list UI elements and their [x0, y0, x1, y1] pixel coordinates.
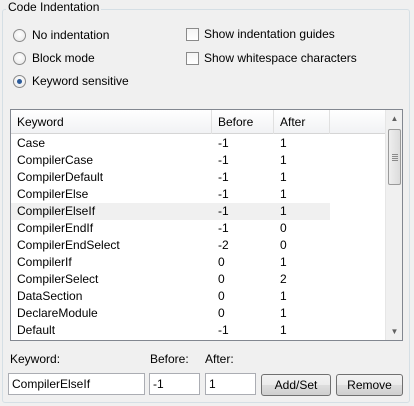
list-rows: Case -1 1 CompilerCase -1 1 CompilerDefault -1 1…	[11, 135, 385, 339]
radio-no-indentation[interactable]: No indentation	[13, 27, 109, 43]
checkbox-label: Show whitespace characters	[204, 51, 357, 65]
before-input[interactable]: -1	[149, 373, 200, 395]
cell-keyword: DeclareModule	[17, 306, 98, 320]
radio-indicator	[13, 28, 26, 42]
cell-after: 1	[280, 136, 287, 150]
vertical-scrollbar[interactable]: ▲ ▼	[385, 110, 402, 340]
checkbox-show-indentation-guides[interactable]: Show indentation guides	[186, 26, 335, 42]
grip-icon	[391, 153, 398, 161]
cell-after: 0	[280, 221, 287, 235]
cell-before: 0	[218, 306, 225, 320]
table-row[interactable]: DataSection 0 1	[11, 288, 385, 305]
cell-after: 0	[280, 238, 287, 252]
cell-keyword: DataSection	[17, 289, 83, 303]
cell-after: 1	[280, 153, 287, 167]
cell-keyword: CompilerEndIf	[17, 221, 94, 235]
cell-keyword: CompilerEndSelect	[17, 238, 120, 252]
scroll-up-arrow-icon[interactable]: ▲	[386, 110, 402, 127]
keyword-input[interactable]: CompilerElseIf	[8, 373, 145, 395]
add-set-button[interactable]: Add/Set	[261, 374, 331, 396]
column-header-before[interactable]: Before	[212, 110, 274, 134]
table-row[interactable]: CompilerDefault -1 1	[11, 169, 385, 186]
keyword-label: Keyword:	[10, 352, 61, 366]
cell-keyword: Case	[17, 136, 46, 150]
column-header-after[interactable]: After	[274, 110, 330, 134]
cell-before: -1	[218, 221, 229, 235]
checkbox-show-whitespace[interactable]: Show whitespace characters	[186, 50, 357, 66]
cell-before: 0	[218, 272, 225, 286]
table-row[interactable]: CompilerIf 0 1	[11, 254, 385, 271]
radio-keyword-sensitive[interactable]: Keyword sensitive	[13, 73, 129, 89]
cell-after: 1	[274, 203, 330, 220]
scroll-thumb[interactable]	[388, 129, 401, 185]
cell-after: 1	[280, 255, 287, 269]
cell-after: 1	[280, 306, 287, 320]
radio-label: No indentation	[32, 28, 110, 42]
table-row[interactable]: DeclareModule 0 1	[11, 305, 385, 322]
after-input[interactable]: 1	[205, 373, 256, 395]
table-row[interactable]: CompilerCase -1 1	[11, 152, 385, 169]
radio-indicator-checked	[13, 74, 26, 88]
table-row[interactable]: CompilerElseIf -1 1	[11, 203, 385, 220]
remove-button[interactable]: Remove	[336, 374, 403, 396]
cell-after: 1	[280, 323, 287, 337]
cell-after: 1	[280, 187, 287, 201]
cell-after: 2	[280, 272, 287, 286]
column-header-keyword[interactable]: Keyword	[11, 110, 212, 134]
cell-before: -2	[218, 238, 229, 252]
cell-before: -1	[218, 187, 229, 201]
cell-keyword: CompilerDefault	[17, 170, 104, 184]
cell-before: 0	[218, 289, 225, 303]
table-row[interactable]: CompilerEndIf -1 0	[11, 220, 385, 237]
table-row[interactable]: CompilerSelect 0 2	[11, 271, 385, 288]
checkbox-box	[186, 51, 199, 65]
cell-after: 1	[280, 170, 287, 184]
cell-before: -1	[218, 136, 229, 150]
checkbox-box	[186, 27, 199, 41]
cell-keyword: Default	[17, 323, 56, 337]
cell-before: -1	[218, 170, 229, 184]
list-header: Keyword Before After	[11, 110, 385, 134]
radio-block-mode[interactable]: Block mode	[13, 50, 95, 66]
radio-label: Keyword sensitive	[32, 74, 129, 88]
cell-after: 1	[280, 289, 287, 303]
cell-keyword: CompilerCase	[17, 153, 94, 167]
cell-before: 0	[218, 255, 225, 269]
table-row[interactable]: Case -1 1	[11, 135, 385, 152]
after-label: After:	[205, 352, 234, 366]
scroll-down-arrow-icon[interactable]: ▼	[386, 323, 402, 340]
cell-keyword: CompilerIf	[17, 255, 72, 269]
cell-keyword: CompilerSelect	[17, 272, 99, 286]
cell-before: -1	[218, 153, 229, 167]
radio-indicator	[13, 51, 26, 65]
cell-before: -1	[218, 323, 229, 337]
cell-keyword: CompilerElse	[17, 187, 89, 201]
cell-before: -1	[212, 203, 274, 220]
checkbox-label: Show indentation guides	[204, 27, 335, 41]
group-title: Code Indentation	[6, 0, 102, 14]
cell-keyword: CompilerElseIf	[11, 203, 212, 220]
radio-label: Block mode	[32, 51, 95, 65]
table-row[interactable]: CompilerElse -1 1	[11, 186, 385, 203]
table-row[interactable]: CompilerEndSelect -2 0	[11, 237, 385, 254]
table-row[interactable]: Default -1 1	[11, 322, 385, 339]
keyword-list[interactable]: Keyword Before After Case -1 1 CompilerCase…	[10, 109, 403, 341]
before-label: Before:	[150, 352, 189, 366]
